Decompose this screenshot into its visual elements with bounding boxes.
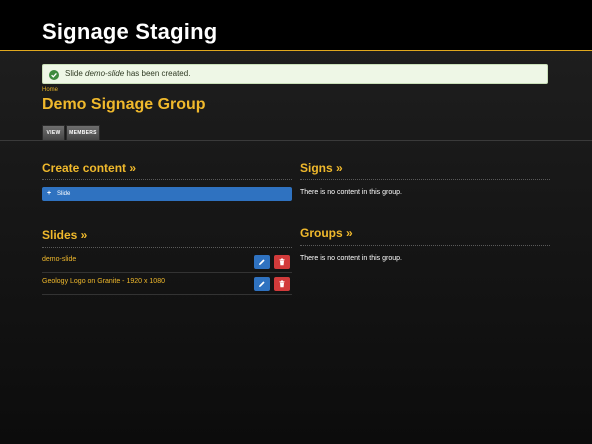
divider [300,179,550,180]
site-title[interactable]: Signage Staging [42,19,217,45]
row-divider [42,272,292,273]
tab-members[interactable]: MEMBERS [66,125,100,140]
groups-heading: Groups » [300,226,353,240]
slide-link[interactable]: Geology Logo on Granite - 1920 x 1080 [42,278,165,285]
page-title: Demo Signage Group [42,96,206,113]
status-slide-name: demo-slide [85,69,125,78]
site-header: Signage Staging [0,0,592,51]
signs-heading: Signs » [300,161,343,175]
trash-icon [279,280,285,288]
slides-heading: Slides » [42,228,88,242]
pencil-icon [259,259,265,265]
trash-icon [279,258,285,266]
groups-empty-text: There is no content in this group. [300,255,402,262]
delete-slide-button[interactable] [274,277,290,291]
edit-slide-button[interactable] [254,255,270,269]
tab-view[interactable]: VIEW [42,125,65,140]
row-divider [42,294,292,295]
add-slide-button[interactable]: + Slide [42,187,292,201]
check-circle-icon [49,69,59,80]
divider [300,245,550,246]
divider [42,179,292,180]
slide-link[interactable]: demo-slide [42,256,76,263]
status-prefix: Slide [65,69,86,78]
tabs-divider [0,140,592,141]
delete-slide-button[interactable] [274,255,290,269]
divider [42,247,292,248]
create-content-heading: Create content » [42,161,137,175]
status-message-text: Slide demo-slide has been created. [65,65,190,83]
status-suffix: has been created. [124,69,191,78]
edit-slide-button[interactable] [254,277,270,291]
plus-icon: + [47,190,52,197]
breadcrumb-home[interactable]: Home [42,87,58,93]
signs-empty-text: There is no content in this group. [300,189,402,196]
pencil-icon [259,281,265,287]
add-slide-label: Slide [57,191,71,197]
status-message: Slide demo-slide has been created. [42,64,548,84]
